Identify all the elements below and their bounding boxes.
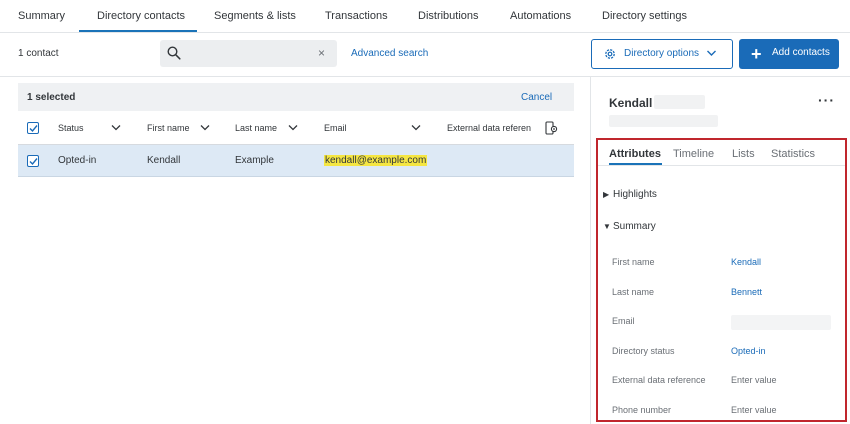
cell-last-name: Example bbox=[235, 155, 274, 166]
column-header-last-name[interactable]: Last name bbox=[235, 123, 277, 133]
caret-down-icon: ▼ bbox=[603, 222, 611, 231]
attr-value-external-data-reference[interactable]: Enter value bbox=[731, 375, 777, 385]
column-header-first-name[interactable]: First name bbox=[147, 123, 190, 133]
selection-bar: 1 selected Cancel bbox=[18, 83, 574, 111]
cancel-selection-button[interactable]: Cancel bbox=[521, 92, 552, 103]
panel-tab-timeline[interactable]: Timeline bbox=[673, 148, 714, 160]
cell-email: kendall@example.com bbox=[324, 155, 428, 166]
attr-label-email: Email bbox=[612, 316, 635, 326]
cell-first-name: Kendall bbox=[147, 155, 181, 166]
contact-name: Kendall bbox=[609, 96, 653, 110]
table-header: Status First name Last name Email Extern… bbox=[18, 111, 574, 145]
select-all-checkbox[interactable] bbox=[27, 122, 39, 134]
tab-directory-contacts[interactable]: Directory contacts bbox=[97, 10, 185, 22]
selected-count: 1 selected bbox=[27, 92, 76, 103]
attr-label-directory-status: Directory status bbox=[612, 346, 675, 356]
caret-right-icon: ▶ bbox=[603, 190, 610, 199]
attr-label-first-name: First name bbox=[612, 257, 655, 267]
chevron-down-icon[interactable] bbox=[111, 124, 121, 131]
cell-status: Opted-in bbox=[58, 155, 97, 166]
column-settings-icon[interactable] bbox=[545, 121, 558, 135]
highlights-label: Highlights bbox=[613, 189, 657, 200]
column-header-external-data-reference[interactable]: External data referen bbox=[447, 123, 533, 133]
top-navigation: Summary Directory contacts Segments & li… bbox=[0, 0, 850, 33]
highlights-section-toggle[interactable]: ▶ Highlights bbox=[603, 189, 657, 200]
attr-value-last-name[interactable]: Bennett bbox=[731, 287, 762, 297]
panel-tab-statistics[interactable]: Statistics bbox=[771, 148, 815, 160]
tab-segments-lists[interactable]: Segments & lists bbox=[214, 10, 296, 22]
tab-distributions[interactable]: Distributions bbox=[418, 10, 479, 22]
directory-options-button[interactable]: Directory options bbox=[591, 39, 733, 69]
panel-tab-divider bbox=[598, 165, 845, 166]
attr-value-phone-number[interactable]: Enter value bbox=[731, 405, 777, 415]
tab-directory-settings[interactable]: Directory settings bbox=[602, 10, 687, 22]
row-checkbox[interactable] bbox=[27, 155, 39, 167]
chevron-down-icon[interactable] bbox=[411, 124, 421, 131]
search-input[interactable]: × bbox=[160, 40, 337, 67]
chevron-down-icon[interactable] bbox=[200, 124, 210, 131]
panel-tab-attributes[interactable]: Attributes bbox=[609, 148, 661, 160]
chevron-down-icon bbox=[707, 50, 716, 56]
column-header-status[interactable]: Status bbox=[58, 123, 84, 133]
summary-section-toggle[interactable]: ▼ Summary bbox=[603, 221, 656, 232]
plus-icon: + bbox=[751, 44, 762, 64]
panel-divider bbox=[590, 76, 591, 424]
attr-label-external-data-reference: External data reference bbox=[612, 375, 706, 385]
tab-transactions[interactable]: Transactions bbox=[325, 10, 388, 22]
clear-search-icon[interactable]: × bbox=[318, 46, 325, 60]
advanced-search-link[interactable]: Advanced search bbox=[351, 48, 428, 59]
tab-summary[interactable]: Summary bbox=[18, 10, 65, 22]
attr-value-email[interactable] bbox=[731, 315, 831, 330]
add-contacts-button[interactable]: + Add contacts bbox=[739, 39, 839, 69]
attr-label-last-name: Last name bbox=[612, 287, 655, 297]
directory-options-label: Directory options bbox=[624, 48, 700, 59]
attr-value-first-name[interactable]: Kendall bbox=[731, 257, 761, 267]
attr-value-directory-status[interactable]: Opted-in bbox=[731, 346, 766, 356]
more-options-icon[interactable]: ··· bbox=[818, 92, 835, 108]
add-contacts-label: Add contacts bbox=[772, 47, 830, 58]
redacted-last-name bbox=[654, 95, 705, 109]
column-header-email[interactable]: Email bbox=[324, 123, 347, 133]
active-tab-indicator bbox=[79, 30, 197, 32]
summary-label: Summary bbox=[613, 221, 656, 232]
contact-count: 1 contact bbox=[18, 48, 59, 59]
search-icon bbox=[167, 46, 181, 60]
chevron-down-icon[interactable] bbox=[288, 124, 298, 131]
table-row[interactable]: Opted-in Kendall Example kendall@example… bbox=[18, 145, 574, 177]
redacted-email bbox=[609, 115, 718, 127]
attr-label-phone-number: Phone number bbox=[612, 405, 672, 415]
tab-automations[interactable]: Automations bbox=[510, 10, 571, 22]
toolbar-divider bbox=[0, 76, 850, 77]
gear-icon bbox=[605, 49, 615, 59]
panel-tab-lists[interactable]: Lists bbox=[732, 148, 755, 160]
